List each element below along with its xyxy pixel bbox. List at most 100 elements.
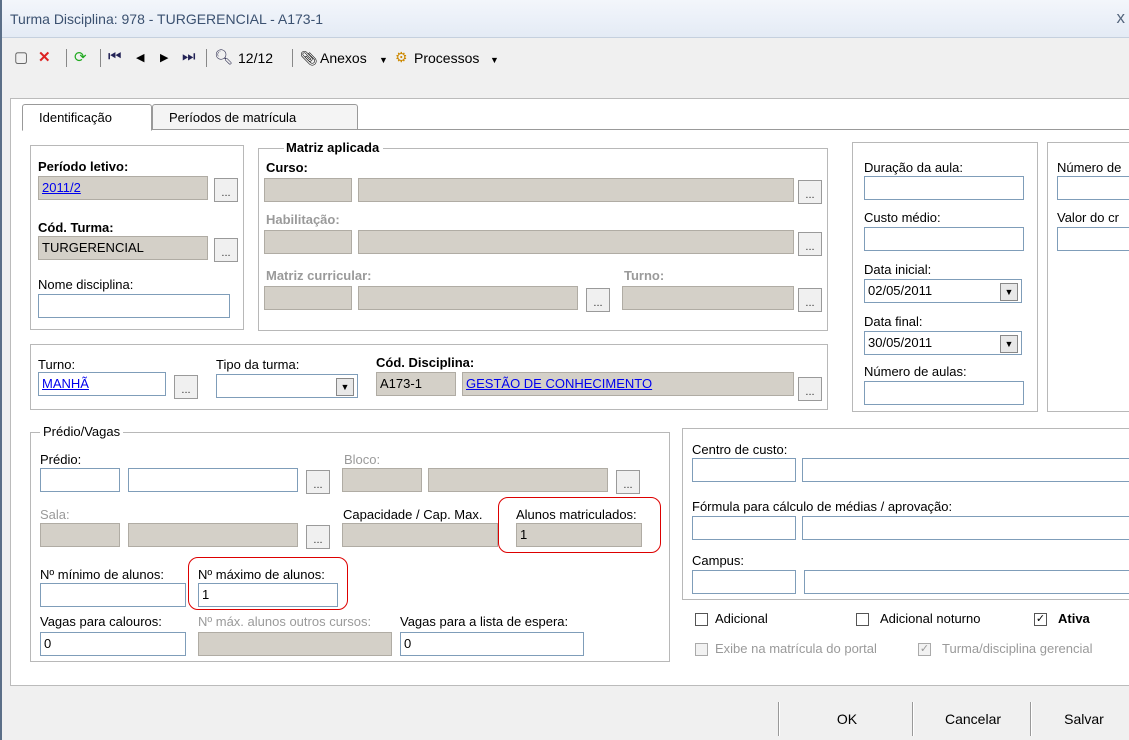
first-record-icon[interactable]: ⏮ xyxy=(108,48,122,65)
outros-cursos-field[interactable] xyxy=(198,632,392,656)
cod-disciplina-label: Cód. Disciplina: xyxy=(376,355,475,370)
anexos-dropdown-icon[interactable]: ▼ xyxy=(379,55,388,65)
chevron-down-icon[interactable]: ▼ xyxy=(336,378,354,396)
sala-code-field[interactable] xyxy=(40,523,120,547)
processos-button[interactable]: Processos xyxy=(414,50,479,66)
campus-name-field[interactable] xyxy=(804,570,1129,594)
campus-label: Campus: xyxy=(692,553,745,568)
formula-name-field[interactable] xyxy=(802,516,1129,540)
delete-icon[interactable]: ✕ xyxy=(38,48,51,66)
matriz-turno-lookup-button[interactable]: ... xyxy=(798,288,822,312)
gear-icon: ⚙ xyxy=(395,49,408,65)
nome-disciplina-field[interactable] xyxy=(38,294,230,318)
curso-code-field[interactable] xyxy=(264,178,352,202)
curso-label: Curso: xyxy=(266,160,308,175)
chevron-down-icon[interactable]: ▼ xyxy=(1000,335,1018,353)
habilitacao-code-field[interactable] xyxy=(264,230,352,254)
numero-de-field[interactable] xyxy=(1057,176,1129,200)
cod-turma-field[interactable]: TURGERENCIAL xyxy=(38,236,208,260)
maximo-alunos-label: Nº máximo de alunos: xyxy=(198,567,325,582)
adicional-label: Adicional xyxy=(715,611,768,626)
adicional-checkbox[interactable] xyxy=(695,613,708,626)
bloco-code-field[interactable] xyxy=(342,468,422,492)
ok-button[interactable]: OK xyxy=(792,704,902,734)
dialog-window: Turma Disciplina: 978 - TURGERENCIAL - A… xyxy=(0,0,1129,740)
close-icon[interactable]: x xyxy=(1117,8,1126,28)
habilitacao-name-field[interactable] xyxy=(358,230,794,254)
tab-divider xyxy=(22,129,1129,130)
chevron-down-icon[interactable]: ▼ xyxy=(1000,283,1018,301)
predio-name-field[interactable] xyxy=(128,468,298,492)
tipo-turma-select[interactable]: ▼ xyxy=(216,374,358,398)
data-inicial-value: 02/05/2011 xyxy=(868,283,933,298)
bloco-name-field[interactable] xyxy=(428,468,608,492)
vagas-calouros-label: Vagas para calouros: xyxy=(40,614,162,629)
data-inicial-label: Data inicial: xyxy=(864,262,932,277)
duracao-aula-field[interactable] xyxy=(864,176,1024,200)
toolbar: ▢ ✕ ⟳ ⏮ ◀ ▶ ⏭ 🔍︎ 12/12 📎︎ Anexos ▼ ⚙ Pro… xyxy=(2,40,1129,74)
title-bar: Turma Disciplina: 978 - TURGERENCIAL - A… xyxy=(2,0,1129,38)
predio-lookup-button[interactable]: ... xyxy=(306,470,330,494)
matriz-name-field[interactable] xyxy=(358,286,578,310)
ativa-checkbox[interactable]: ✓ xyxy=(1034,613,1047,626)
adicional-noturno-checkbox[interactable] xyxy=(856,613,869,626)
sala-name-field[interactable] xyxy=(128,523,298,547)
last-record-icon[interactable]: ⏭ xyxy=(182,48,196,65)
habilitacao-lookup-button[interactable]: ... xyxy=(798,232,822,256)
valor-field[interactable] xyxy=(1057,227,1129,251)
formula-label: Fórmula para cálculo de médias / aprovaç… xyxy=(692,499,953,514)
data-final-field[interactable]: 30/05/2011 ▼ xyxy=(864,331,1022,355)
tab-identificacao[interactable]: Identificação xyxy=(22,104,152,131)
bloco-lookup-button[interactable]: ... xyxy=(616,470,640,494)
matriz-lookup-button[interactable]: ... xyxy=(586,288,610,312)
vagas-calouros-field[interactable]: 0 xyxy=(40,632,186,656)
periodo-letivo-field[interactable]: 2011/2 xyxy=(38,176,208,200)
capacidade-label: Capacidade / Cap. Max. xyxy=(343,507,483,522)
lista-espera-field[interactable]: 0 xyxy=(400,632,584,656)
window-title: Turma Disciplina: 978 - TURGERENCIAL - A… xyxy=(10,11,324,27)
refresh-icon[interactable]: ⟳ xyxy=(74,48,87,66)
periodo-lookup-button[interactable]: ... xyxy=(214,178,238,202)
numero-aulas-field[interactable] xyxy=(864,381,1024,405)
maximo-alunos-field[interactable]: 1 xyxy=(198,583,338,607)
matriz-turno-field[interactable] xyxy=(622,286,794,310)
minimo-alunos-field[interactable] xyxy=(40,583,186,607)
anexos-button[interactable]: Anexos xyxy=(320,50,367,66)
turno-label: Turno: xyxy=(38,357,76,372)
cod-disciplina-field[interactable]: A173-1 xyxy=(376,372,456,396)
tipo-turma-label: Tipo da turma: xyxy=(216,357,300,372)
curso-lookup-button[interactable]: ... xyxy=(798,180,822,204)
alunos-matriculados-field[interactable]: 1 xyxy=(516,523,642,547)
exibe-portal-checkbox[interactable] xyxy=(695,643,708,656)
data-final-value: 30/05/2011 xyxy=(868,335,933,350)
data-inicial-field[interactable]: 02/05/2011 ▼ xyxy=(864,279,1022,303)
turno-lookup-button[interactable]: ... xyxy=(174,375,198,399)
turno-field[interactable]: MANHÃ xyxy=(38,372,166,396)
processos-dropdown-icon[interactable]: ▼ xyxy=(490,55,499,65)
predio-code-field[interactable] xyxy=(40,468,120,492)
centro-custo-code-field[interactable] xyxy=(692,458,796,482)
tab-periodos-de-matricula[interactable]: Períodos de matrícula xyxy=(152,104,358,130)
search-icon[interactable]: 🔍︎ xyxy=(214,48,233,66)
new-record-icon[interactable]: ▢ xyxy=(14,48,28,66)
disciplina-name-field[interactable]: GESTÃO DE CONHECIMENTO xyxy=(462,372,794,396)
turma-lookup-button[interactable]: ... xyxy=(214,238,238,262)
gerencial-checkbox[interactable]: ✓ xyxy=(918,643,931,656)
salvar-button[interactable]: Salvar xyxy=(1042,704,1126,734)
matriz-code-field[interactable] xyxy=(264,286,352,310)
matriz-turno-label: Turno: xyxy=(624,268,665,283)
capacidade-field[interactable] xyxy=(342,523,498,547)
sala-label: Sala: xyxy=(40,507,70,522)
curso-name-field[interactable] xyxy=(358,178,794,202)
custo-medio-field[interactable] xyxy=(864,227,1024,251)
next-record-icon[interactable]: ▶ xyxy=(160,51,168,64)
custo-medio-label: Custo médio: xyxy=(864,210,941,225)
disciplina-lookup-button[interactable]: ... xyxy=(798,377,822,401)
sala-lookup-button[interactable]: ... xyxy=(306,525,330,549)
cancelar-button[interactable]: Cancelar xyxy=(924,704,1022,734)
previous-record-icon[interactable]: ◀ xyxy=(136,51,144,64)
nome-disciplina-label: Nome disciplina: xyxy=(38,277,134,292)
campus-code-field[interactable] xyxy=(692,570,796,594)
centro-custo-name-field[interactable] xyxy=(802,458,1129,482)
formula-code-field[interactable] xyxy=(692,516,796,540)
